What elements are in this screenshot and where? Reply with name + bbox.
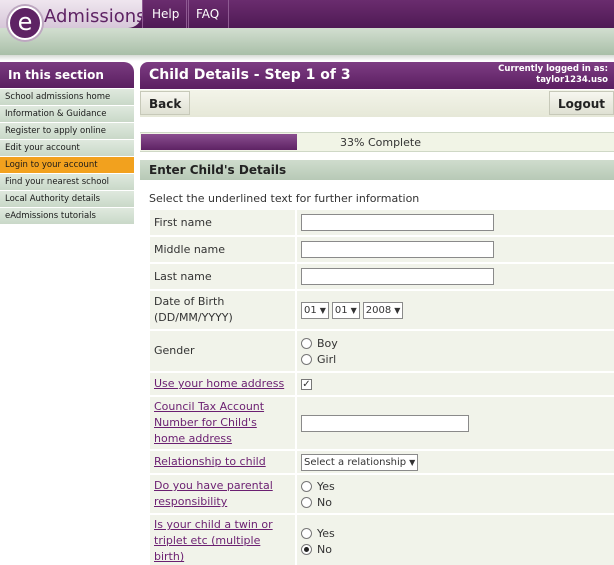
middle-name-input[interactable] (301, 241, 494, 258)
radio-twin-yes[interactable] (301, 527, 312, 539)
gender-option-girl[interactable]: Girl (301, 351, 610, 367)
sidebar-item-edit-account[interactable]: Edit your account (0, 140, 134, 156)
chevron-down-icon: ▼ (350, 305, 357, 315)
page-title-bar: Child Details - Step 1 of 3 Currently lo… (140, 62, 614, 89)
chevron-down-icon: ▼ (409, 457, 416, 467)
last-name-input[interactable] (301, 268, 494, 285)
twin-option-yes[interactable]: Yes (301, 525, 610, 541)
radio-boy[interactable] (301, 337, 312, 349)
parental-responsibility-link[interactable]: Do you have parental responsibility (154, 479, 273, 508)
chevron-down-icon: ▼ (319, 305, 326, 315)
first-name-label: First name (150, 210, 295, 235)
radio-twin-no[interactable] (301, 543, 312, 555)
logo-name: Admissions (44, 6, 146, 27)
faq-link[interactable]: FAQ (186, 0, 230, 28)
radio-parental-no[interactable] (301, 496, 312, 508)
dob-year-select[interactable]: 2008 ▼ (362, 301, 404, 319)
dob-day-select[interactable]: 01 ▼ (301, 301, 329, 319)
first-name-input[interactable] (301, 214, 494, 231)
middle-name-label: Middle name (150, 237, 295, 262)
chevron-down-icon: ▼ (394, 305, 401, 315)
last-name-label: Last name (150, 264, 295, 289)
form-row-parental: Do you have parental responsibility Yes … (150, 475, 614, 513)
logout-button[interactable]: Logout (548, 91, 614, 115)
form-row-last-name: Last name (150, 264, 614, 289)
twin-no-label: No (317, 542, 332, 556)
form-row-home-address: Use your home address ✓ (150, 373, 614, 395)
relationship-select[interactable]: Select a relationship ▼ (301, 453, 419, 471)
gender-label: Gender (150, 331, 295, 371)
sidebar-title: In this section (0, 62, 134, 88)
header-shadow (0, 55, 614, 61)
relationship-link[interactable]: Relationship to child (154, 455, 266, 468)
progress-text: 33% Complete (340, 136, 421, 149)
form-row-relationship: Relationship to child Select a relations… (150, 451, 614, 473)
form-row-middle-name: Middle name (150, 237, 614, 262)
gender-girl-label: Girl (317, 352, 337, 366)
logged-in-username: taylor1234.uso (536, 75, 608, 85)
radio-girl[interactable] (301, 353, 312, 365)
twin-option-no[interactable]: No (301, 541, 610, 557)
sidebar-item-local-authority[interactable]: Local Authority details (0, 191, 134, 207)
parental-yes-label: Yes (317, 479, 335, 493)
multiple-birth-link[interactable]: Is your child a twin or triplet etc (mul… (154, 518, 273, 563)
sidebar: In this section School admissions home I… (0, 62, 134, 224)
gender-boy-label: Boy (317, 336, 338, 350)
parental-option-yes[interactable]: Yes (301, 478, 610, 494)
dob-month-select[interactable]: 01 ▼ (331, 301, 360, 319)
parental-no-label: No (317, 495, 332, 509)
help-link[interactable]: Help (142, 0, 190, 28)
section-heading: Enter Child's Details (140, 160, 614, 180)
home-address-link[interactable]: Use your home address (154, 377, 284, 390)
login-status: Currently logged in as: taylor1234.uso (498, 64, 608, 86)
dob-month-value: 01 (334, 304, 348, 316)
page-title: Child Details - Step 1 of 3 (149, 67, 351, 83)
progress-bar: 33% Complete (140, 132, 614, 152)
eadmissions-logo[interactable]: e (8, 6, 42, 40)
sidebar-item-school-admissions-home[interactable]: School admissions home (0, 89, 134, 105)
sidebar-item-register[interactable]: Register to apply online (0, 123, 134, 139)
council-tax-link[interactable]: Council Tax Account Number for Child's h… (154, 400, 264, 445)
council-tax-input[interactable] (301, 414, 469, 432)
form-row-first-name: First name (150, 210, 614, 235)
home-address-checkbox[interactable]: ✓ (301, 378, 312, 390)
logo-letter: e (17, 8, 33, 36)
form-row-gender: Gender Boy Girl (150, 331, 614, 371)
instructions-text: Select the underlined text for further i… (149, 192, 420, 205)
dob-year-value: 2008 (365, 304, 392, 316)
radio-parental-yes[interactable] (301, 480, 312, 492)
progress-fill (141, 134, 297, 150)
form-row-council-tax: Council Tax Account Number for Child's h… (150, 397, 614, 449)
child-details-form: First name Middle name Last name Date of… (150, 208, 614, 565)
main-content: Child Details - Step 1 of 3 Currently lo… (140, 62, 614, 205)
logged-in-label: Currently logged in as: (498, 64, 608, 74)
sidebar-item-nearest-school[interactable]: Find your nearest school (0, 174, 134, 190)
gender-option-boy[interactable]: Boy (301, 335, 610, 351)
sidebar-item-login[interactable]: Login to your account (0, 157, 134, 173)
site-header: e Admissions Help FAQ (0, 0, 614, 55)
form-row-dob: Date of Birth (DD/MM/YYYY) 01 ▼ 01 ▼ 2008 ▼ (150, 291, 614, 329)
action-bar: Back Logout (140, 90, 614, 117)
relationship-value: Select a relationship (304, 456, 407, 468)
sidebar-item-information-guidance[interactable]: Information & Guidance (0, 106, 134, 122)
twin-yes-label: Yes (317, 526, 335, 540)
dob-label: Date of Birth (DD/MM/YYYY) (150, 291, 295, 329)
form-row-twin: Is your child a twin or triplet etc (mul… (150, 515, 614, 565)
parental-option-no[interactable]: No (301, 494, 610, 510)
sidebar-item-tutorials[interactable]: eAdmissions tutorials (0, 208, 134, 224)
dob-day-value: 01 (304, 304, 317, 316)
back-button[interactable]: Back (140, 91, 191, 115)
